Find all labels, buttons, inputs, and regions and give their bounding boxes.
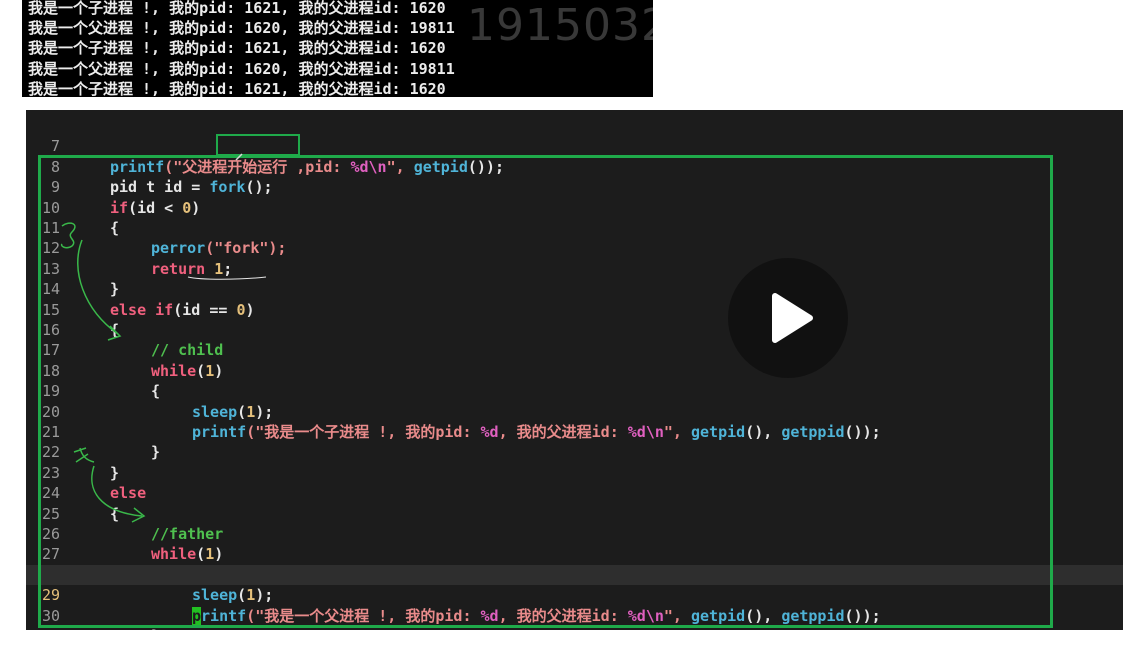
terminal-line: 我是一个父进程 !, 我的pid: 1620, 我的父进程id: 19811 <box>28 60 455 78</box>
terminal-output: 1915032 我是一个子进程 !, 我的pid: 1621, 我的父进程id:… <box>22 0 653 97</box>
play-icon <box>772 293 813 343</box>
terminal-line: 我是一个父进程 !, 我的pid: 1620, 我的父进程id: 19811 <box>28 19 455 37</box>
code-line: 8 pid t id = fork(); <box>26 136 1123 196</box>
terminal-line: 我是一个子进程 !, 我的pid: 1621, 我的父进程id: 1620 <box>28 39 446 57</box>
terminal-line: 我是一个子进程 !, 我的pid: 1621, 我的父进程id: 1620 <box>28 0 446 17</box>
terminal-line: 我是一个子进程 !, 我的pid: 1621, 我的父进程id: 1620 <box>28 80 446 97</box>
watermark: 1915032 <box>467 0 653 51</box>
fork-highlight-box <box>216 134 300 156</box>
code-line: 7 printf("父进程开始运行 ,pid: %d\n", getpid())… <box>26 116 1123 175</box>
video-play-button[interactable] <box>728 258 848 378</box>
branch-highlight-box <box>38 155 1053 628</box>
